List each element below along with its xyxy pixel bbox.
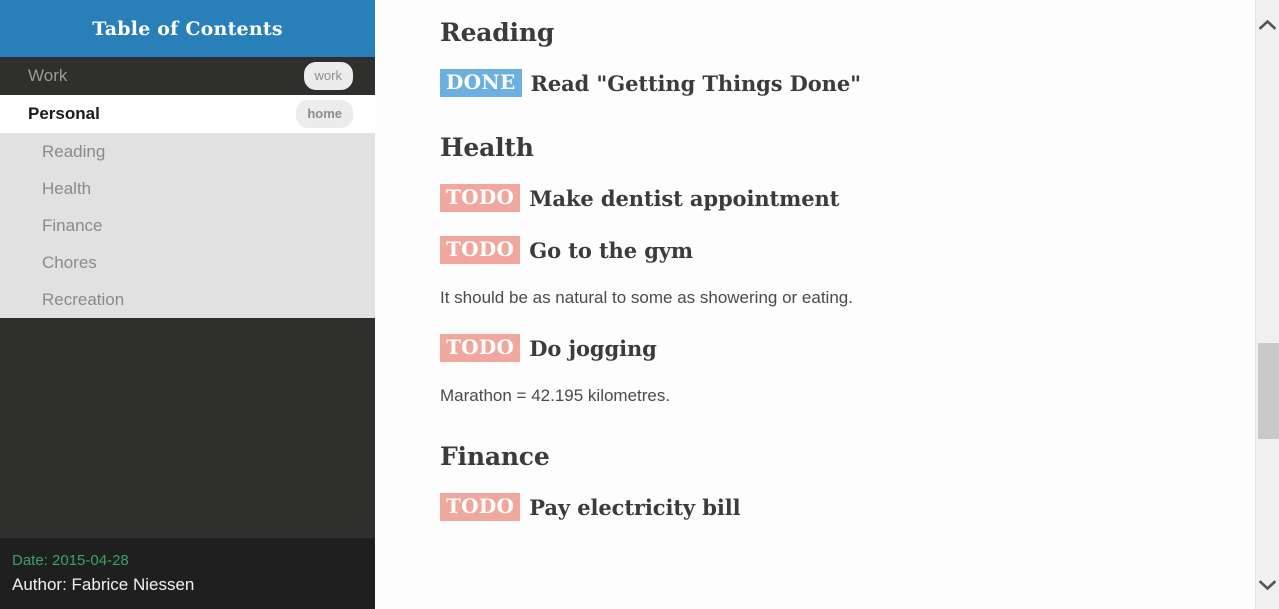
task-item[interactable]: TODO Do jogging (440, 334, 1200, 362)
task-title: Go to the gym (529, 237, 693, 263)
task-item[interactable]: TODOPay electricity billFLAGGED (440, 493, 1200, 521)
task-keyword-badge[interactable]: TODO (440, 184, 521, 212)
document-body: Reading DONE Read "Getting Things Done" Hea… (440, 0, 1200, 521)
sidebar-item-label: Personal (28, 104, 100, 123)
task-keyword-badge[interactable]: TODO (440, 334, 521, 362)
table-of-contents-header: Table of Contents (0, 0, 375, 57)
sidebar-item-health[interactable]: Health (0, 170, 375, 207)
document-author: Author: Fabrice Niessen (12, 575, 195, 594)
vertical-scrollbar[interactable] (1255, 0, 1279, 609)
sidebar-item-label: Health (42, 178, 92, 198)
app-window: Table of Contents Work work Personal home Re… (0, 0, 1279, 609)
sidebar-footer: Date: 2015-04-28 Author: Fabrice Niessen (0, 538, 375, 609)
section-heading: Reading (440, 18, 555, 47)
scrollbar-thumb[interactable] (1258, 343, 1279, 439)
task-keyword-badge[interactable]: TODO (440, 236, 521, 264)
document-content: Reading DONE Read "Getting Things Done" Hea… (375, 0, 1279, 609)
task-item[interactable]: TODO Make dentist appointment (440, 184, 1200, 212)
sidebar-item-label: Chores (42, 252, 97, 272)
sidebar-item-label: Work (28, 66, 68, 85)
task-item[interactable]: TODO Go to the gym (440, 236, 1200, 264)
document-date: Date: 2015-04-28 (12, 552, 129, 569)
sidebar-item-chores[interactable]: Chores (0, 244, 375, 281)
task-keyword-badge[interactable]: TODO (440, 493, 521, 521)
task-title: Read "Getting Things Done" (530, 70, 862, 96)
sidebar-item-label: Recreation (42, 289, 125, 309)
sidebar-item-personal[interactable]: Personal home (0, 95, 375, 133)
task-title: Do jogging (529, 335, 657, 361)
table-of-contents-list: Work work Personal home Reading Health Finance… (0, 57, 375, 318)
chevron-down-icon (1259, 579, 1276, 591)
paragraph: It should be as natural to some as showe… (440, 288, 853, 307)
sidebar-item-reading[interactable]: Reading (0, 133, 375, 170)
task-title: Make dentist appointment (529, 185, 840, 211)
scroll-down-button[interactable] (1256, 573, 1279, 597)
paragraph: Marathon = 42.195 kilometres. (440, 386, 671, 405)
sidebar-item-label: Reading (42, 141, 106, 161)
sidebar-item-tag[interactable]: work (303, 62, 353, 90)
sidebar-item-recreation[interactable]: Recreation (0, 281, 375, 318)
chevron-up-icon (1259, 19, 1276, 30)
sidebar-item-work[interactable]: Work work (0, 57, 375, 95)
sidebar-item-finance[interactable]: Finance (0, 207, 375, 244)
task-title: Pay electricity bill (529, 494, 741, 520)
sidebar-item-tag[interactable]: home (296, 100, 353, 128)
section-heading: Finance (440, 442, 550, 471)
sidebar: Table of Contents Work work Personal home Re… (0, 0, 375, 609)
table-of-contents-title: Table of Contents (92, 17, 283, 40)
section-heading: Health (440, 133, 534, 162)
scroll-up-button[interactable] (1256, 12, 1279, 36)
sidebar-item-label: Finance (42, 215, 103, 235)
task-item[interactable]: DONE Read "Getting Things Done" (440, 69, 1200, 97)
task-keyword-badge[interactable]: DONE (440, 69, 522, 97)
